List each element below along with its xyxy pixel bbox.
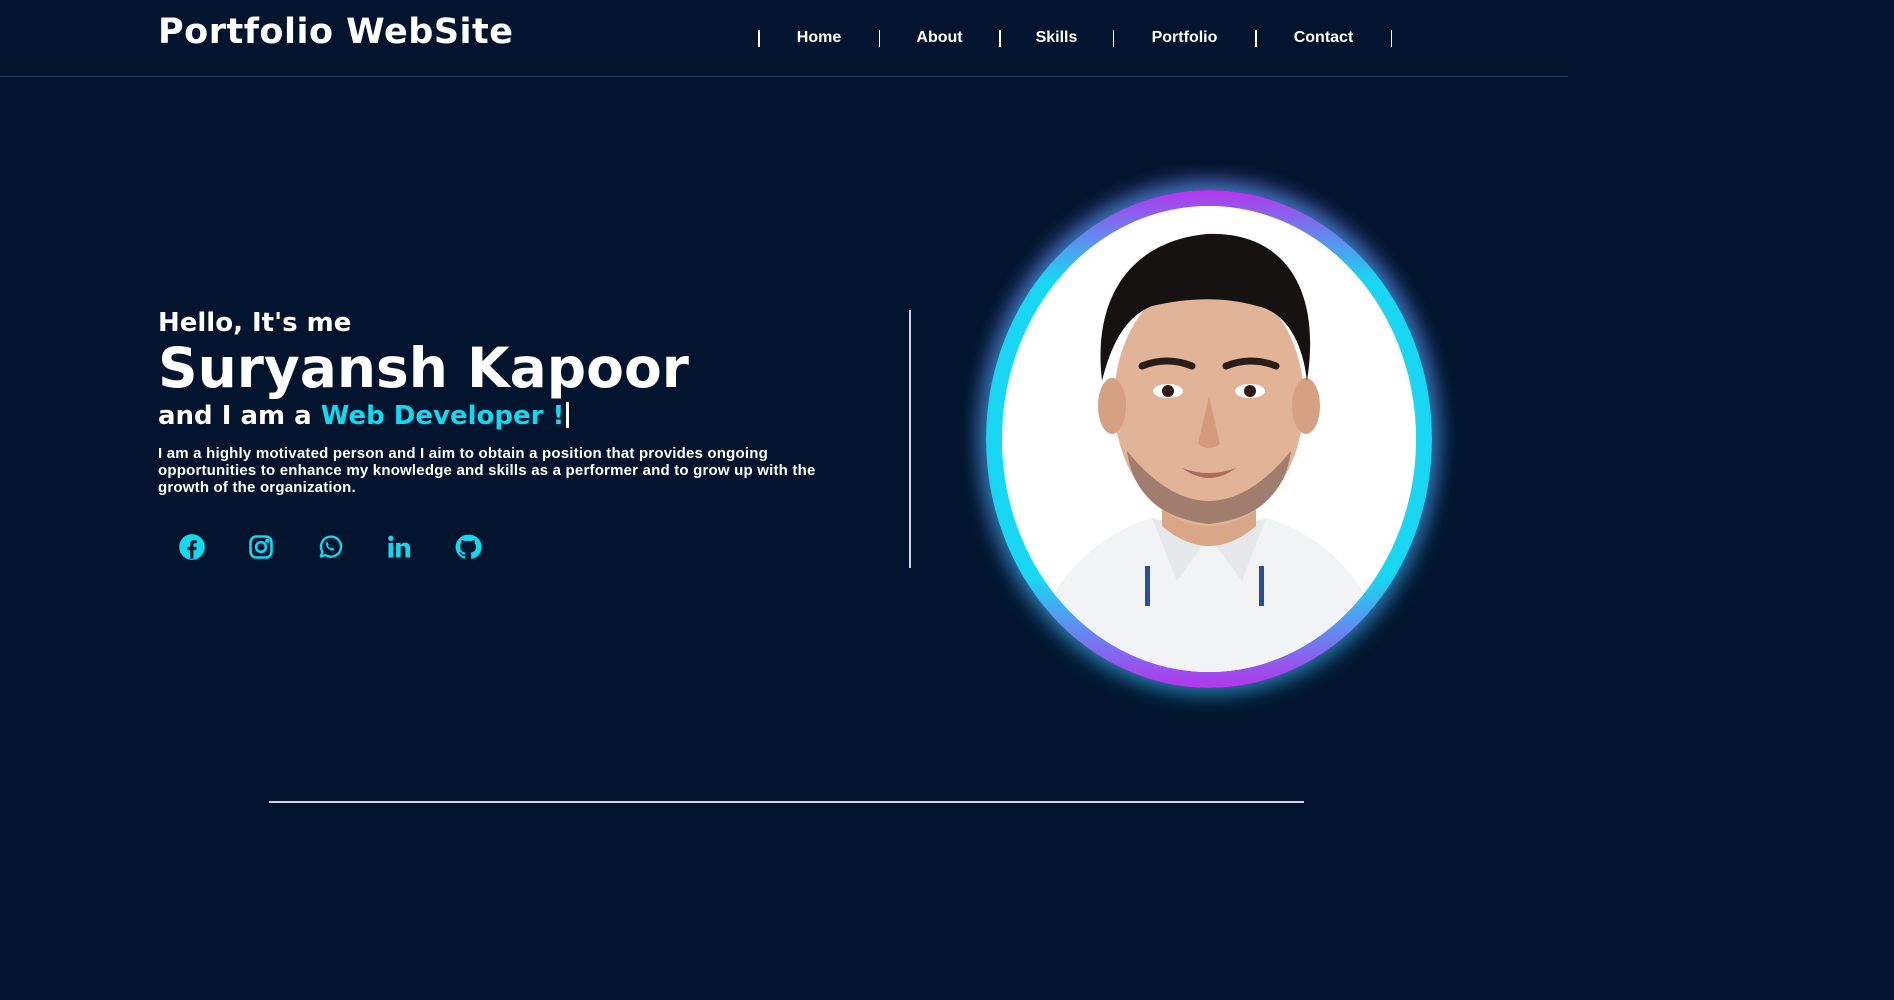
nav-about-link[interactable]: About xyxy=(880,29,999,47)
typing-cursor xyxy=(566,402,570,428)
nav-skills-link[interactable]: Skills xyxy=(1001,29,1113,47)
facebook-icon[interactable] xyxy=(178,533,206,561)
section-divider xyxy=(269,801,1304,803)
nav-divider xyxy=(1390,29,1392,47)
hero-name: Suryansh Kapoor xyxy=(158,336,689,400)
profile-photo-ring xyxy=(986,190,1432,688)
hero-bio: I am a highly motivated person and I aim… xyxy=(158,445,816,496)
nav-portfolio-link[interactable]: Portfolio xyxy=(1114,29,1255,47)
hero-role: and I am a Web Developer ! xyxy=(158,399,858,433)
social-links xyxy=(178,533,523,561)
role-highlight: Web Developer ! xyxy=(320,401,565,431)
instagram-icon[interactable] xyxy=(247,533,275,561)
hero-intro: Hello, It's me Suryansh Kapoor and I am … xyxy=(158,305,858,511)
site-logo[interactable]: Portfolio WebSite xyxy=(158,12,514,52)
nav-contact-link[interactable]: Contact xyxy=(1257,29,1391,47)
nav-home-link[interactable]: Home xyxy=(760,29,879,47)
navbar: Portfolio WebSite Home About Skills Port… xyxy=(0,0,1568,77)
main-nav: Home About Skills Portfolio Contact xyxy=(758,24,1392,52)
role-prefix: and I am a xyxy=(158,401,312,431)
whatsapp-icon[interactable] xyxy=(316,533,344,561)
profile-photo xyxy=(1002,206,1416,672)
hero-divider xyxy=(909,310,911,568)
linkedin-icon[interactable] xyxy=(385,533,413,561)
github-icon[interactable] xyxy=(454,533,482,561)
